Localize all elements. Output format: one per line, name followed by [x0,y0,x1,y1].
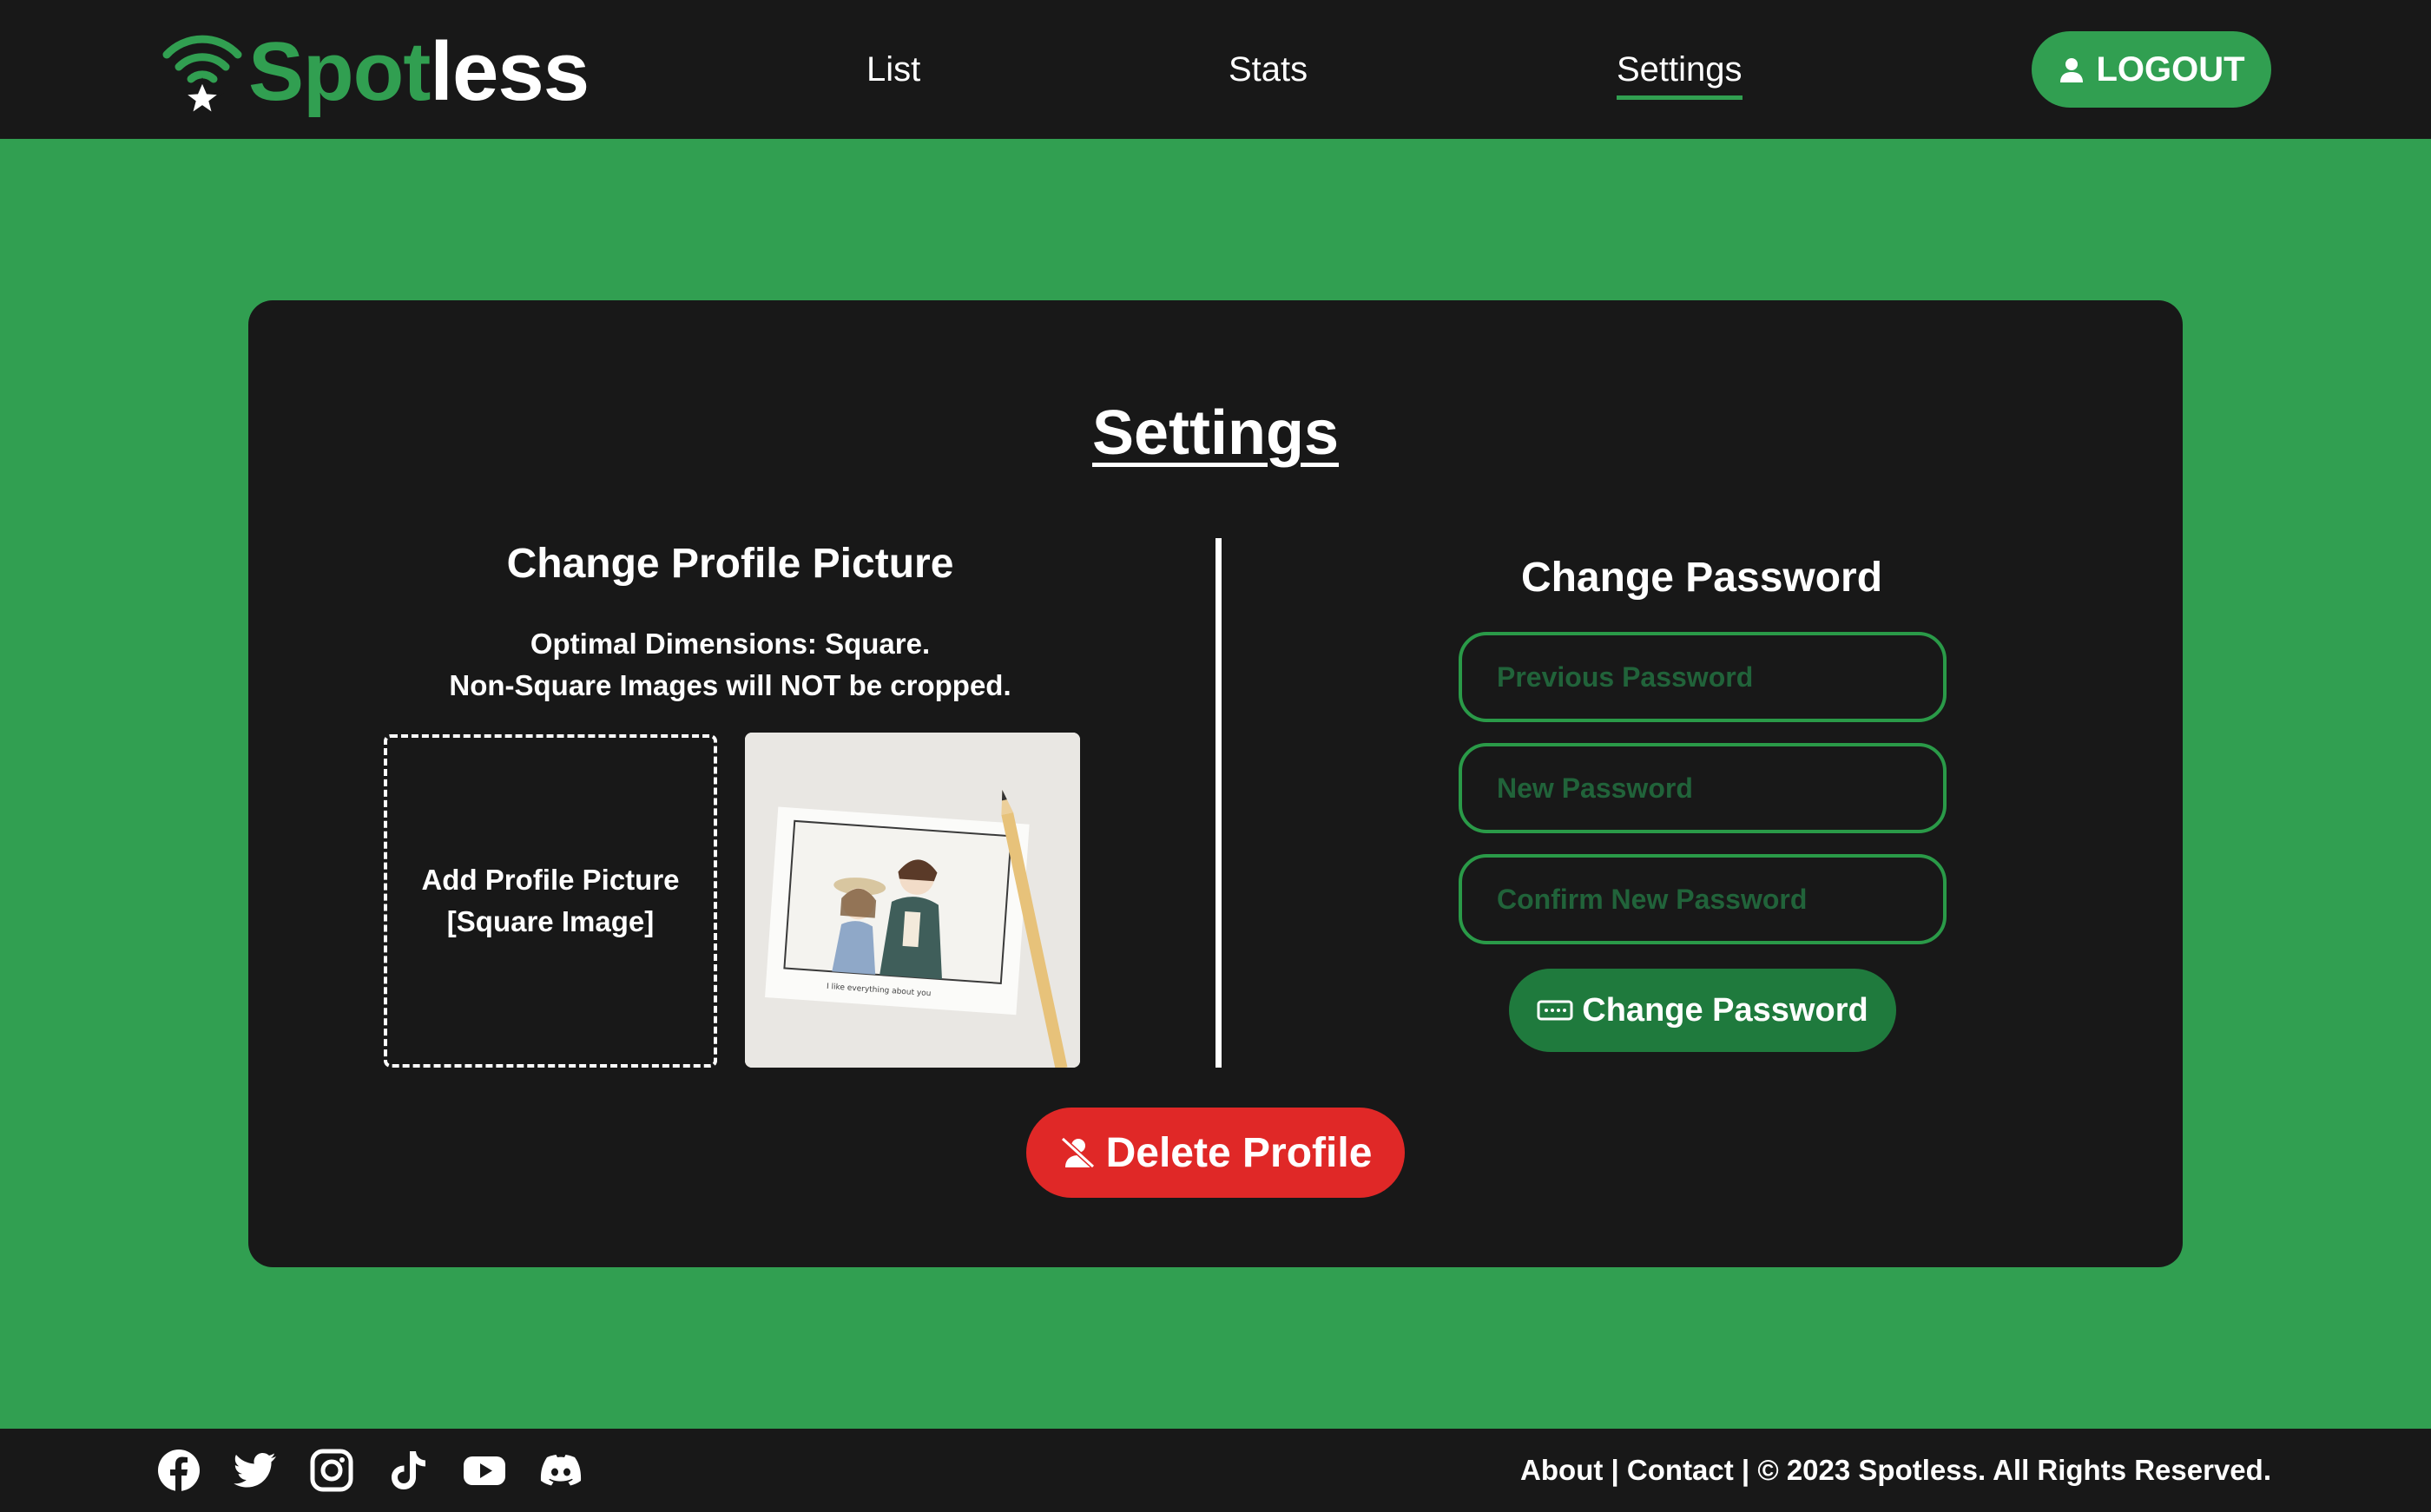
footer-contact-link[interactable]: Contact [1627,1454,1734,1486]
section-divider [1216,538,1222,1068]
copyright-text: © 2023 Spotless. All Rights Reserved. [1757,1454,2271,1486]
logout-button[interactable]: LOGOUT [2032,31,2271,108]
user-slash-icon [1060,1136,1095,1169]
dimensions-note: Optimal Dimensions: Square. Non-Square I… [449,628,1011,701]
delete-profile-label: Delete Profile [1105,1129,1373,1176]
brand-logo[interactable]: Spotless [161,24,590,120]
new-password-field[interactable] [1459,743,1947,833]
youtube-icon[interactable] [462,1448,507,1493]
user-icon [2060,58,2084,82]
facebook-icon[interactable] [156,1448,201,1493]
footer-about-link[interactable]: About [1520,1454,1603,1486]
previous-password-field[interactable] [1459,632,1947,722]
upload-label: Add Profile Picture [421,864,680,896]
page-footer: About | Contact | © 2023 Spotless. All R… [0,1429,2431,1512]
password-icon [1537,1000,1573,1021]
top-navbar: Spotless List Stats Settings LOGOUT [0,0,2431,139]
settings-card: Settings Change Profile Picture Optimal … [248,300,2183,1267]
footer-links: About | Contact | © 2023 Spotless. All R… [1520,1454,2271,1486]
delete-profile-button[interactable]: Delete Profile [1026,1108,1405,1198]
logout-label: LOGOUT [2096,49,2245,89]
discord-icon[interactable] [538,1448,583,1493]
brand-name: Spotless [248,25,590,118]
page-title: Settings [1091,398,1340,468]
nav-link-list[interactable]: List [866,47,920,92]
change-password-heading: Change Password [1520,555,1883,601]
profile-picture-preview: I like everything about you [745,733,1080,1068]
tiktok-icon[interactable] [385,1448,431,1493]
nav-link-settings[interactable]: Settings [1617,47,1743,100]
change-password-button[interactable]: Change Password [1509,969,1896,1052]
nav-link-stats[interactable]: Stats [1229,47,1308,92]
profile-picture-upload[interactable]: Add Profile Picture [Square Image] [384,734,717,1068]
social-links [156,1448,583,1493]
upload-hint: [Square Image] [446,905,655,937]
preview-illustration: I like everything about you [745,733,1080,1068]
twitter-icon[interactable] [233,1448,278,1493]
confirm-password-field[interactable] [1459,854,1947,944]
profile-picture-heading: Change Profile Picture [506,541,954,587]
instagram-icon[interactable] [309,1448,354,1493]
change-password-label: Change Password [1582,991,1868,1029]
wifi-star-icon [162,35,242,117]
